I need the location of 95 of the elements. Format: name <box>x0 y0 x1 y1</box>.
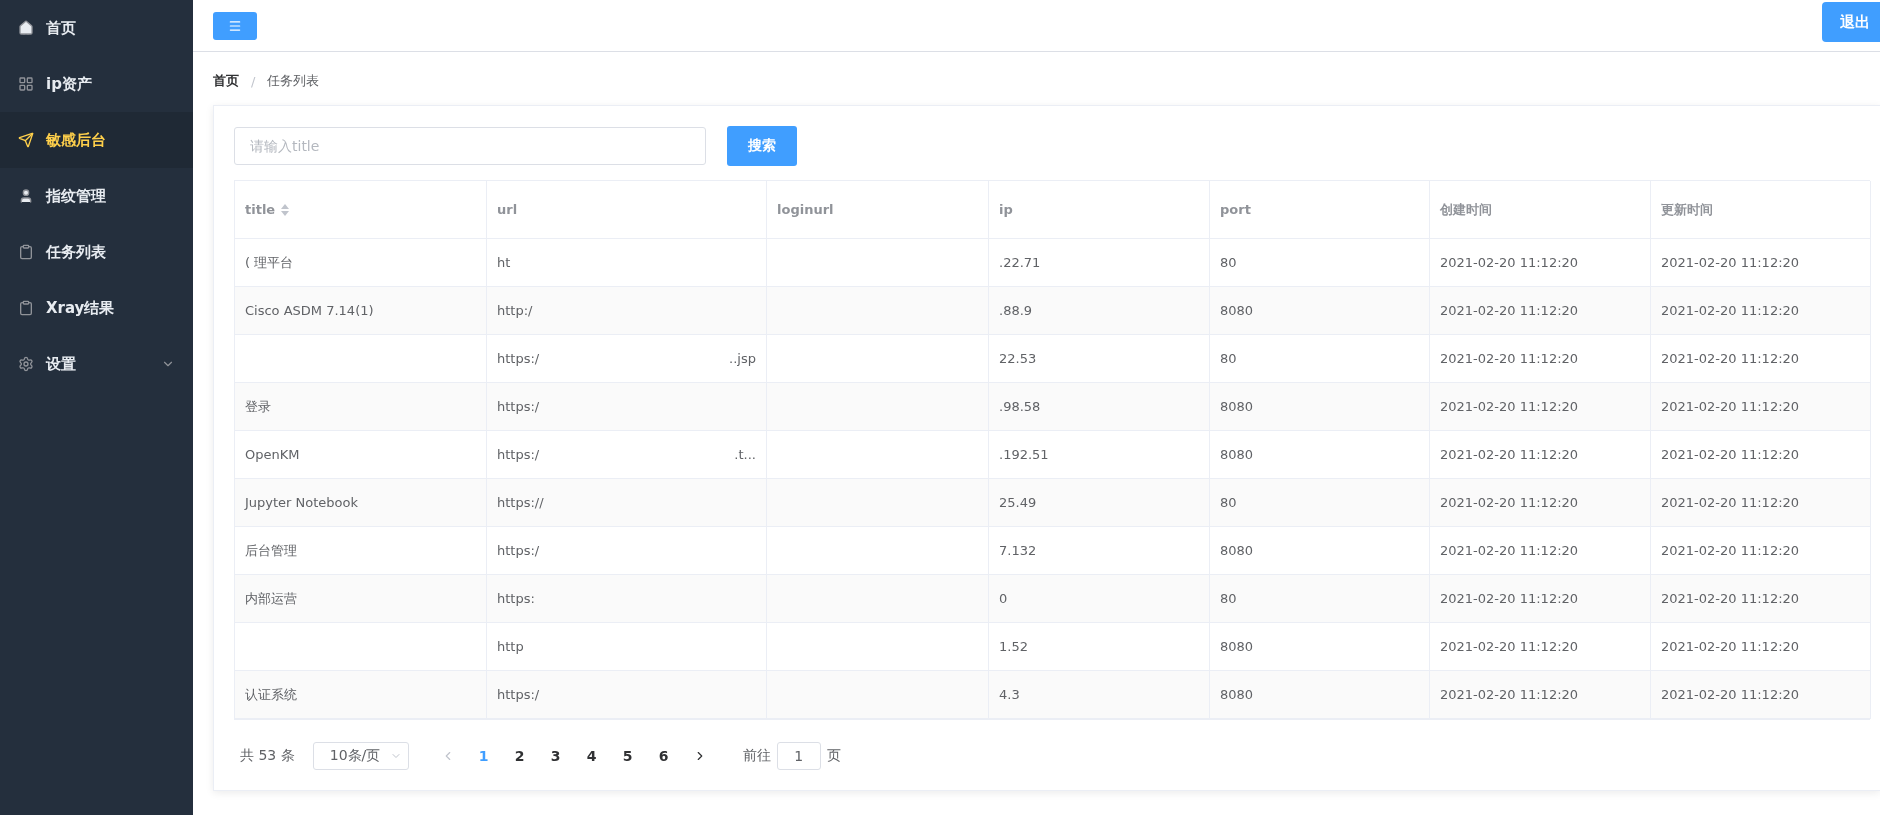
table-cell: 2021-02-20 11:12:20 <box>1651 527 1871 575</box>
table-cell: 2021-02-20 11:12:20 <box>1430 287 1651 335</box>
grid-icon <box>18 76 34 92</box>
table-cell: 认证系统 <box>235 671 487 719</box>
table-cell: http <box>487 623 767 671</box>
home-icon <box>18 20 34 36</box>
table-cell: 8080 <box>1210 431 1430 479</box>
table-cell: 8080 <box>1210 383 1430 431</box>
page-size-select[interactable]: 10条/页 <box>312 742 409 770</box>
breadcrumb-item[interactable]: 首页 <box>213 72 239 90</box>
table-cell: .22.71 <box>989 239 1210 287</box>
table-cell: 2021-02-20 11:12:20 <box>1651 335 1871 383</box>
sidebar-item[interactable]: 任务列表 <box>0 224 193 280</box>
table-cell: https:/ .t... <box>487 431 767 479</box>
table-cell: 2021-02-20 11:12:20 <box>1430 575 1651 623</box>
table-cell: Jupyter Notebook <box>235 479 487 527</box>
table-cell: 后台管理 <box>235 527 487 575</box>
table-cell: 8080 <box>1210 527 1430 575</box>
table-cell: 2021-02-20 11:12:20 <box>1430 479 1651 527</box>
table-cell: 2021-02-20 11:12:20 <box>1430 623 1651 671</box>
table-cell: .192.51 <box>989 431 1210 479</box>
table-cell: ( 理平台 <box>235 239 487 287</box>
table-cell: 22.53 <box>989 335 1210 383</box>
page-button[interactable]: 5 <box>612 742 643 770</box>
table-cell: 2021-02-20 11:12:20 <box>1651 575 1871 623</box>
gear-icon <box>18 356 34 372</box>
table-cell: 80 <box>1210 335 1430 383</box>
page-button[interactable]: 3 <box>540 742 571 770</box>
table-cell: 80 <box>1210 479 1430 527</box>
search-field[interactable]: 请输入title <box>234 127 706 165</box>
table-cell: 25.49 <box>989 479 1210 527</box>
table-cell: 8080 <box>1210 623 1430 671</box>
sidebar-item[interactable]: 指纹管理 <box>0 168 193 224</box>
sidebar-item[interactable]: ip资产 <box>0 56 193 112</box>
table-cell: 2021-02-20 11:12:20 <box>1651 623 1871 671</box>
table-cell: 2021-02-20 11:12:20 <box>1430 383 1651 431</box>
table-cell: https:/ ..jsp <box>487 335 767 383</box>
table-cell: http:/ <box>487 287 767 335</box>
paper-plane-icon <box>18 132 34 148</box>
table-cell: 80 <box>1210 575 1430 623</box>
page-button[interactable]: 2 <box>504 742 535 770</box>
sort-icon[interactable] <box>281 203 290 216</box>
table-cell: 2021-02-20 11:12:20 <box>1430 431 1651 479</box>
table-cell: 1.52 <box>989 623 1210 671</box>
clipboard-icon <box>18 300 34 316</box>
sidebar-item[interactable]: Xray结果 <box>0 280 193 336</box>
column-header: ip <box>989 181 1210 239</box>
column-header: port <box>1210 181 1430 239</box>
table-cell: 8080 <box>1210 671 1430 719</box>
table-cell: 4.3 <box>989 671 1210 719</box>
table-cell: ht <box>487 239 767 287</box>
sidebar-item[interactable]: 首页 <box>0 0 193 56</box>
table-cell: .98.58 <box>989 383 1210 431</box>
table-cell: https:// <box>487 479 767 527</box>
table-cell: .88.9 <box>989 287 1210 335</box>
table-cell: 登录 <box>235 383 487 431</box>
table-cell: 内部运营 <box>235 575 487 623</box>
sidebar-item[interactable]: 设置 <box>0 336 193 392</box>
table-cell: https:/ <box>487 383 767 431</box>
sidebar-item[interactable]: 敏感后台 <box>0 112 193 168</box>
menu-button[interactable] <box>213 11 257 40</box>
table-cell: OpenKM <box>235 431 487 479</box>
table-cell: 2021-02-20 11:12:20 <box>1651 383 1871 431</box>
clipboard-icon <box>18 244 34 260</box>
table-cell: Cisco ASDM 7.14(1) <box>235 287 487 335</box>
total-count: 共 53 条 <box>240 747 295 765</box>
table-cell: 7.132 <box>989 527 1210 575</box>
table-cell: 2021-02-20 11:12:20 <box>1651 671 1871 719</box>
table-cell: 2021-02-20 11:12:20 <box>1430 671 1651 719</box>
column-header: url <box>487 181 767 239</box>
table-cell: 2021-02-20 11:12:20 <box>1430 335 1651 383</box>
table-cell: 2021-02-20 11:12:20 <box>1430 527 1651 575</box>
table-cell: 2021-02-20 11:12:20 <box>1430 239 1651 287</box>
column-header: loginurl <box>767 181 989 239</box>
table-cell: 2021-02-20 11:12:20 <box>1651 431 1871 479</box>
breadcrumb-separator: / <box>251 73 256 89</box>
table-cell: 8080 <box>1210 287 1430 335</box>
table-cell: 2021-02-20 11:12:20 <box>1651 479 1871 527</box>
goto-label: 前往 <box>742 747 771 765</box>
page-button[interactable]: 6 <box>648 742 679 770</box>
table-cell: https: <box>487 575 767 623</box>
table-cell: 2021-02-20 11:12:20 <box>1651 239 1871 287</box>
table-cell: 80 <box>1210 239 1430 287</box>
column-header: 更新时间 <box>1651 181 1871 239</box>
user-icon <box>18 188 34 204</box>
table-cell: https:/ <box>487 527 767 575</box>
table-cell: 0 <box>989 575 1210 623</box>
table-cell: 2021-02-20 11:12:20 <box>1651 287 1871 335</box>
page-button[interactable]: 4 <box>576 742 607 770</box>
menu-icon <box>228 18 242 33</box>
breadcrumb-item: 任务列表 <box>267 72 320 90</box>
page-number-field[interactable]: 1 <box>776 742 821 770</box>
column-header: 创建时间 <box>1430 181 1651 239</box>
page-suffix: 页 <box>826 747 841 765</box>
table-cell: https:/ <box>487 671 767 719</box>
